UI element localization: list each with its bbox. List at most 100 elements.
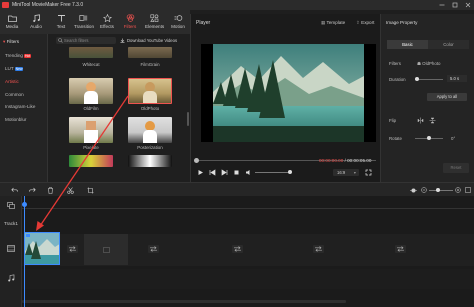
filter-thumb-whitecat[interactable] (69, 47, 113, 58)
tab-text[interactable]: Text (52, 12, 70, 34)
zoom-handle[interactable] (436, 188, 440, 192)
template-button[interactable]: ▦ Template (321, 20, 345, 26)
category-common[interactable]: Common (5, 92, 24, 97)
transition-slot[interactable] (232, 245, 243, 253)
category-artistic[interactable]: Artistic (5, 79, 19, 84)
filter-library: Search filters Download YouTube Videos W… (48, 34, 190, 182)
tab-basic[interactable]: Basic (387, 40, 428, 49)
tab-motion[interactable]: Motion (169, 12, 187, 34)
player-label: Player (196, 20, 211, 26)
volume-handle[interactable] (288, 170, 292, 174)
transition-slot[interactable] (313, 245, 324, 253)
snap-icon[interactable] (410, 187, 417, 194)
elements-icon (149, 14, 158, 22)
tab-media[interactable]: Media (3, 12, 21, 34)
close-icon[interactable] (464, 1, 472, 9)
filters-icon (126, 14, 134, 22)
category-instagram-like[interactable]: Instagram-Like (5, 104, 35, 109)
duration-input[interactable]: 5.0 s (447, 75, 467, 82)
crop-icon[interactable] (87, 187, 94, 194)
category-motionblur[interactable]: Motionblur (5, 117, 26, 122)
playhead-handle[interactable] (22, 202, 27, 207)
duration-label: Duration (389, 77, 406, 82)
template-icon: ▦ (321, 20, 326, 25)
filter-thumb-posterization[interactable] (128, 117, 172, 143)
split-icon[interactable] (67, 187, 74, 194)
export-button[interactable]: ⇪ Export (356, 20, 374, 26)
volume-slider[interactable] (255, 172, 291, 173)
rotate-handle[interactable] (427, 136, 431, 140)
app-logo-icon (2, 2, 9, 8)
filter-thumb-row4-left[interactable] (69, 155, 113, 167)
zoom-slider[interactable] (429, 190, 453, 191)
timeline-toolbar (0, 182, 474, 196)
search-icon (58, 38, 63, 44)
tab-transition-label: Transition (74, 24, 94, 29)
download-youtube-button[interactable]: Download YouTube Videos (118, 37, 186, 44)
flip-horizontal-icon[interactable] (417, 117, 424, 124)
timeline-scrollbar[interactable] (22, 300, 346, 303)
download-icon (120, 38, 125, 44)
audio-track-lane (22, 269, 474, 289)
redo-icon[interactable] (29, 187, 36, 193)
category-trending[interactable]: Trending Hot (5, 53, 32, 58)
timeline-video-clip[interactable] (24, 232, 60, 265)
stop-icon[interactable] (233, 169, 240, 176)
previous-frame-icon[interactable] (209, 169, 216, 176)
undo-icon[interactable] (11, 187, 18, 193)
transition-icon (234, 246, 241, 252)
transition-slot[interactable] (67, 245, 78, 253)
transition-slot[interactable] (395, 245, 406, 253)
minimize-icon[interactable] (438, 1, 446, 9)
rotate-label: Rotate (389, 136, 402, 141)
transition-icon (150, 246, 157, 252)
flip-vertical-icon[interactable] (429, 117, 436, 124)
fullscreen-icon[interactable] (365, 169, 372, 176)
transition-slot[interactable] (148, 245, 159, 253)
category-lut[interactable]: LUT New (5, 66, 24, 71)
delete-icon[interactable] (47, 187, 54, 194)
play-icon[interactable] (197, 169, 204, 176)
fit-timeline-icon[interactable] (465, 187, 471, 193)
rotate-value: 0° (451, 136, 456, 141)
player-panel: Player ▦ Template ⇪ Export 00:00:00.00 /… (190, 14, 380, 182)
collapse-arrow-icon: ▾ (3, 39, 6, 44)
transition-icon (78, 15, 87, 21)
motion-icon (174, 15, 182, 21)
image-placeholder-icon (103, 247, 110, 253)
reset-button[interactable]: Reset (443, 163, 469, 173)
tab-transition[interactable]: Transition (74, 12, 94, 34)
add-track-icon[interactable] (7, 202, 15, 209)
filter-thumb-row4-right[interactable] (128, 155, 172, 167)
library-section-header[interactable]: ▾ Filters (3, 39, 19, 45)
duration-handle[interactable] (415, 77, 419, 81)
tab-color[interactable]: Color (428, 40, 469, 49)
next-frame-icon[interactable] (221, 169, 228, 176)
zoom-in-icon[interactable] (455, 187, 461, 193)
aspect-ratio-select[interactable]: 16:9 ▾ (333, 169, 359, 176)
scrubber-handle[interactable] (194, 158, 199, 163)
title-bar: MiniTool MovieMaker Free 7.3.0 (0, 0, 474, 10)
library-scrollbar[interactable] (187, 112, 189, 126)
tab-motion-label: Motion (171, 24, 185, 29)
tab-audio[interactable]: Audio (27, 12, 45, 34)
tab-text-label: Text (56, 24, 66, 29)
timeline-placeholder-clip[interactable] (84, 234, 128, 265)
filter-thumb-filmgrain[interactable] (128, 47, 172, 58)
filter-thumb-pixelate[interactable] (69, 117, 113, 143)
filter-thumb-oldfilm[interactable] (69, 78, 113, 104)
tab-audio-label: Audio (30, 24, 42, 29)
duration-slider[interactable] (415, 79, 443, 80)
hot-badge: Hot (23, 54, 32, 58)
filter-thumb-oldphoto[interactable] (128, 78, 172, 104)
tab-effects[interactable]: Effects (98, 12, 116, 34)
zoom-out-icon[interactable] (421, 187, 427, 193)
tab-elements[interactable]: Elements (145, 12, 164, 34)
tab-filters[interactable]: Filters (121, 12, 139, 34)
filter-category-list: ▾ Filters Trending Hot LUT New Artistic Co… (0, 34, 48, 182)
search-input[interactable]: Search filters (56, 37, 116, 44)
maximize-icon[interactable] (451, 1, 459, 9)
volume-icon[interactable] (245, 169, 253, 176)
transition-icon (69, 246, 76, 252)
apply-to-all-button[interactable]: Apply to all (427, 93, 467, 101)
